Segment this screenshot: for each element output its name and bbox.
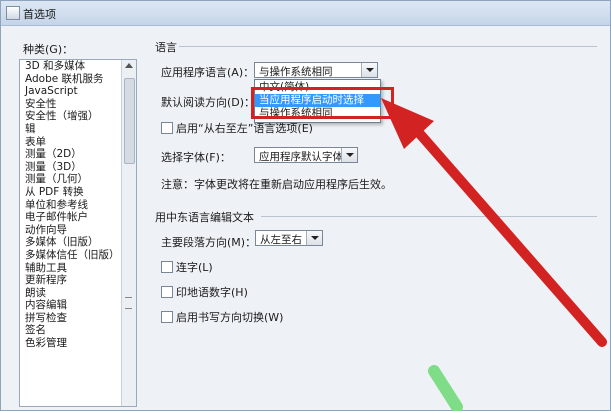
chevron-down-icon bbox=[366, 68, 374, 72]
ligature-checkbox[interactable] bbox=[161, 261, 173, 273]
window-title: 首选项 bbox=[23, 8, 56, 21]
categories-label: 种类(G)： bbox=[23, 43, 74, 56]
scroll-up-arrow-icon[interactable] bbox=[125, 63, 133, 68]
title-bar: 首选项 bbox=[1, 1, 610, 26]
paragraph-direction-label: 主要段落方向(M)： bbox=[161, 236, 257, 249]
category-item[interactable]: 3D 和多媒体 bbox=[20, 60, 120, 73]
app-language-label: 应用程序语言(A)： bbox=[161, 66, 255, 79]
category-item[interactable]: 测量（2D） bbox=[20, 148, 120, 161]
dropdown-button[interactable] bbox=[361, 63, 377, 77]
keyboard-switch-checkbox[interactable] bbox=[161, 311, 173, 323]
font-label: 选择字体(F)： bbox=[161, 151, 231, 164]
category-item[interactable]: 色彩管理 bbox=[20, 337, 120, 350]
categories-scrollbar[interactable] bbox=[121, 60, 136, 406]
category-item[interactable]: 辑 bbox=[20, 123, 120, 136]
category-item[interactable]: 多媒体（旧版） bbox=[20, 236, 120, 249]
font-select[interactable]: 应用程序默认字体 bbox=[254, 147, 358, 163]
dropdown-button[interactable] bbox=[341, 148, 357, 162]
category-item[interactable]: 电子邮件帐户 bbox=[20, 211, 120, 224]
paragraph-direction-value: 从左至右 bbox=[260, 234, 302, 246]
category-item[interactable]: 多媒体信任（旧版） bbox=[20, 249, 120, 262]
scroll-grip-icon bbox=[125, 297, 132, 309]
category-item[interactable]: JavaScript bbox=[20, 85, 120, 98]
font-note: 注意：字体更改将在重新启动应用程序后生效。 bbox=[161, 178, 392, 191]
category-item[interactable]: 朗读 bbox=[20, 287, 120, 300]
reading-direction-label: 默认阅读方向(D)： bbox=[161, 96, 256, 109]
chevron-down-icon bbox=[311, 236, 319, 240]
category-item[interactable]: 拼写检查 bbox=[20, 312, 120, 325]
category-item[interactable]: 测量（几何） bbox=[20, 173, 120, 186]
keyboard-switch-label: 启用书写方向切换(W) bbox=[176, 311, 284, 324]
annotation-highlight-box bbox=[251, 87, 394, 119]
font-value: 应用程序默认字体 bbox=[259, 151, 343, 163]
app-icon bbox=[6, 6, 20, 20]
category-item[interactable]: 表单 bbox=[20, 136, 120, 149]
category-item[interactable]: 测量（3D） bbox=[20, 161, 120, 174]
hindi-digits-label: 印地语数字(H) bbox=[176, 286, 248, 299]
ligature-label: 连字(L) bbox=[176, 261, 213, 274]
section-divider bbox=[179, 46, 597, 47]
paragraph-direction-select[interactable]: 从左至右 bbox=[255, 230, 323, 246]
category-item[interactable]: 安全性（增强） bbox=[20, 110, 120, 123]
scroll-thumb[interactable] bbox=[124, 78, 135, 164]
category-item[interactable]: 签名 bbox=[20, 324, 120, 337]
category-item[interactable]: 辅助工具 bbox=[20, 262, 120, 275]
category-item[interactable]: 从 PDF 转换 bbox=[20, 186, 120, 199]
hindi-digits-checkbox[interactable] bbox=[161, 286, 173, 298]
category-item[interactable]: Adobe 联机服务 bbox=[20, 73, 120, 86]
app-language-value: 与操作系统相同 bbox=[259, 66, 333, 78]
preferences-window: 首选项 种类(G)： 3D 和多媒体 Adobe 联机服务 JavaScript 安全… bbox=[0, 0, 611, 411]
app-language-select[interactable]: 与操作系统相同 bbox=[254, 62, 378, 78]
language-section-title: 语言 bbox=[155, 41, 177, 54]
category-item[interactable]: 更新程序 bbox=[20, 274, 120, 287]
category-item[interactable]: 内容编辑 bbox=[20, 299, 120, 312]
category-item[interactable]: 动作向导 bbox=[20, 224, 120, 237]
category-item[interactable]: 单位和参考线 bbox=[20, 199, 120, 212]
chevron-down-icon bbox=[346, 153, 354, 157]
categories-list[interactable]: 3D 和多媒体 Adobe 联机服务 JavaScript 安全性 安全性（增强）辑表单… bbox=[19, 59, 137, 407]
middle-east-section-title: 用中东语言编辑文本 bbox=[155, 211, 254, 224]
rtl-options-checkbox[interactable] bbox=[161, 122, 173, 134]
section-divider bbox=[261, 216, 597, 217]
category-item[interactable]: 安全性 bbox=[20, 98, 120, 111]
dropdown-button[interactable] bbox=[306, 231, 322, 245]
